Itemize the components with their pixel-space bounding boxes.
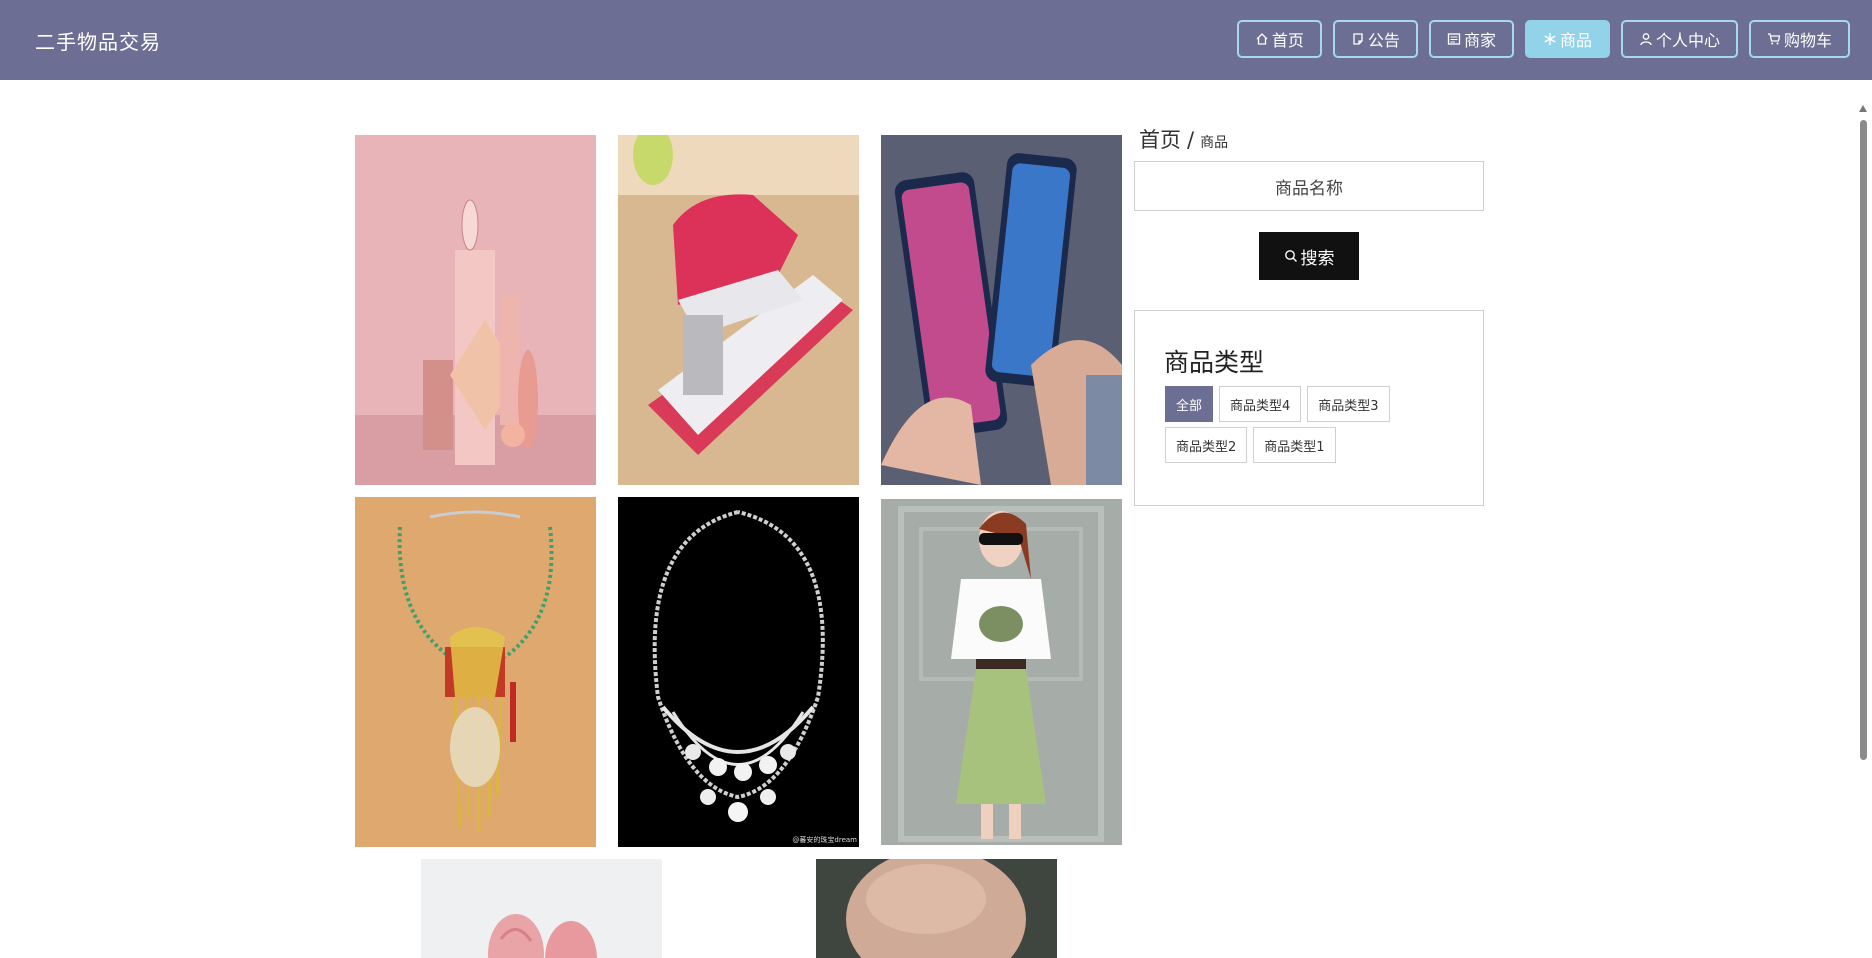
top-navbar: 二手物品交易 首页 公告 商家 商品 个人中心 购物车 bbox=[0, 0, 1872, 80]
nav-merchant-label: 商家 bbox=[1463, 31, 1496, 50]
cart-icon bbox=[1767, 33, 1781, 45]
product-image bbox=[618, 135, 859, 485]
category-tag-type2[interactable]: 商品类型2 bbox=[1165, 427, 1248, 463]
scrollbar-thumb[interactable] bbox=[1860, 120, 1867, 760]
product-image bbox=[881, 135, 1122, 485]
breadcrumb-separator: / bbox=[1187, 128, 1195, 152]
product-card-gold-necklace[interactable] bbox=[355, 497, 596, 847]
nav-home-button[interactable]: 首页 bbox=[1236, 20, 1322, 58]
newspaper-icon bbox=[1447, 33, 1461, 45]
search-button[interactable]: 搜索 bbox=[1259, 232, 1359, 280]
product-image bbox=[816, 859, 1057, 958]
product-name-search-input[interactable]: 商品名称 bbox=[1134, 161, 1484, 211]
home-icon bbox=[1256, 33, 1268, 45]
snowflake-icon bbox=[1544, 33, 1556, 45]
product-image bbox=[421, 859, 662, 958]
search-button-label: 搜索 bbox=[1300, 248, 1335, 269]
product-image bbox=[881, 499, 1122, 845]
category-tag-type4[interactable]: 商品类型4 bbox=[1219, 386, 1302, 422]
person-icon bbox=[1640, 33, 1652, 46]
site-title: 二手物品交易 bbox=[35, 30, 161, 54]
category-tag-type1[interactable]: 商品类型1 bbox=[1253, 427, 1336, 463]
search-placeholder: 商品名称 bbox=[1275, 178, 1343, 199]
nav-cart-label: 购物车 bbox=[1783, 31, 1832, 50]
breadcrumb-home-link[interactable]: 首页 bbox=[1139, 128, 1181, 152]
product-card-cosmetics[interactable] bbox=[355, 135, 596, 485]
main-nav: 首页 公告 商家 商品 个人中心 购物车 bbox=[1236, 20, 1850, 58]
product-image bbox=[355, 497, 596, 847]
product-card-stapler[interactable] bbox=[618, 135, 859, 485]
product-card-ring[interactable] bbox=[816, 859, 1057, 958]
nav-cart-button[interactable]: 购物车 bbox=[1748, 20, 1850, 58]
search-icon bbox=[1284, 250, 1297, 262]
product-image bbox=[618, 497, 859, 847]
category-tag-all[interactable]: 全部 bbox=[1165, 386, 1214, 422]
product-image bbox=[355, 135, 596, 485]
nav-merchant-button[interactable]: 商家 bbox=[1428, 20, 1514, 58]
product-card-diamond-necklace[interactable]: @蕃安的珠宝dream bbox=[618, 497, 859, 847]
breadcrumb-current: 商品 bbox=[1200, 135, 1229, 151]
nav-goods-label: 商品 bbox=[1559, 31, 1592, 50]
category-tag-type3[interactable]: 商品类型3 bbox=[1307, 386, 1390, 422]
nav-profile-label: 个人中心 bbox=[1655, 31, 1720, 50]
image-watermark: @蕃安的珠宝dream bbox=[792, 836, 857, 844]
nav-home-label: 首页 bbox=[1271, 31, 1304, 50]
nav-goods-button[interactable]: 商品 bbox=[1524, 20, 1610, 58]
category-title: 商品类型 bbox=[1164, 348, 1265, 377]
nav-profile-button[interactable]: 个人中心 bbox=[1620, 20, 1738, 58]
nav-notice-button[interactable]: 公告 bbox=[1332, 20, 1418, 58]
product-card-roses[interactable] bbox=[421, 859, 662, 958]
product-card-phones[interactable] bbox=[881, 135, 1122, 485]
category-panel: 商品类型 全部 商品类型4 商品类型3 商品类型2 商品类型1 bbox=[1134, 310, 1484, 506]
scroll-up-arrow-icon[interactable] bbox=[1859, 105, 1867, 112]
note-icon bbox=[1353, 33, 1363, 45]
breadcrumb: 首页 / 商品 bbox=[1139, 124, 1228, 154]
page-scrollbar[interactable] bbox=[1858, 103, 1868, 958]
product-card-dress-outfit[interactable] bbox=[881, 499, 1122, 845]
category-tag-list: 全部 商品类型4 商品类型3 商品类型2 商品类型1 bbox=[1165, 386, 1465, 463]
nav-notice-label: 公告 bbox=[1367, 31, 1400, 50]
